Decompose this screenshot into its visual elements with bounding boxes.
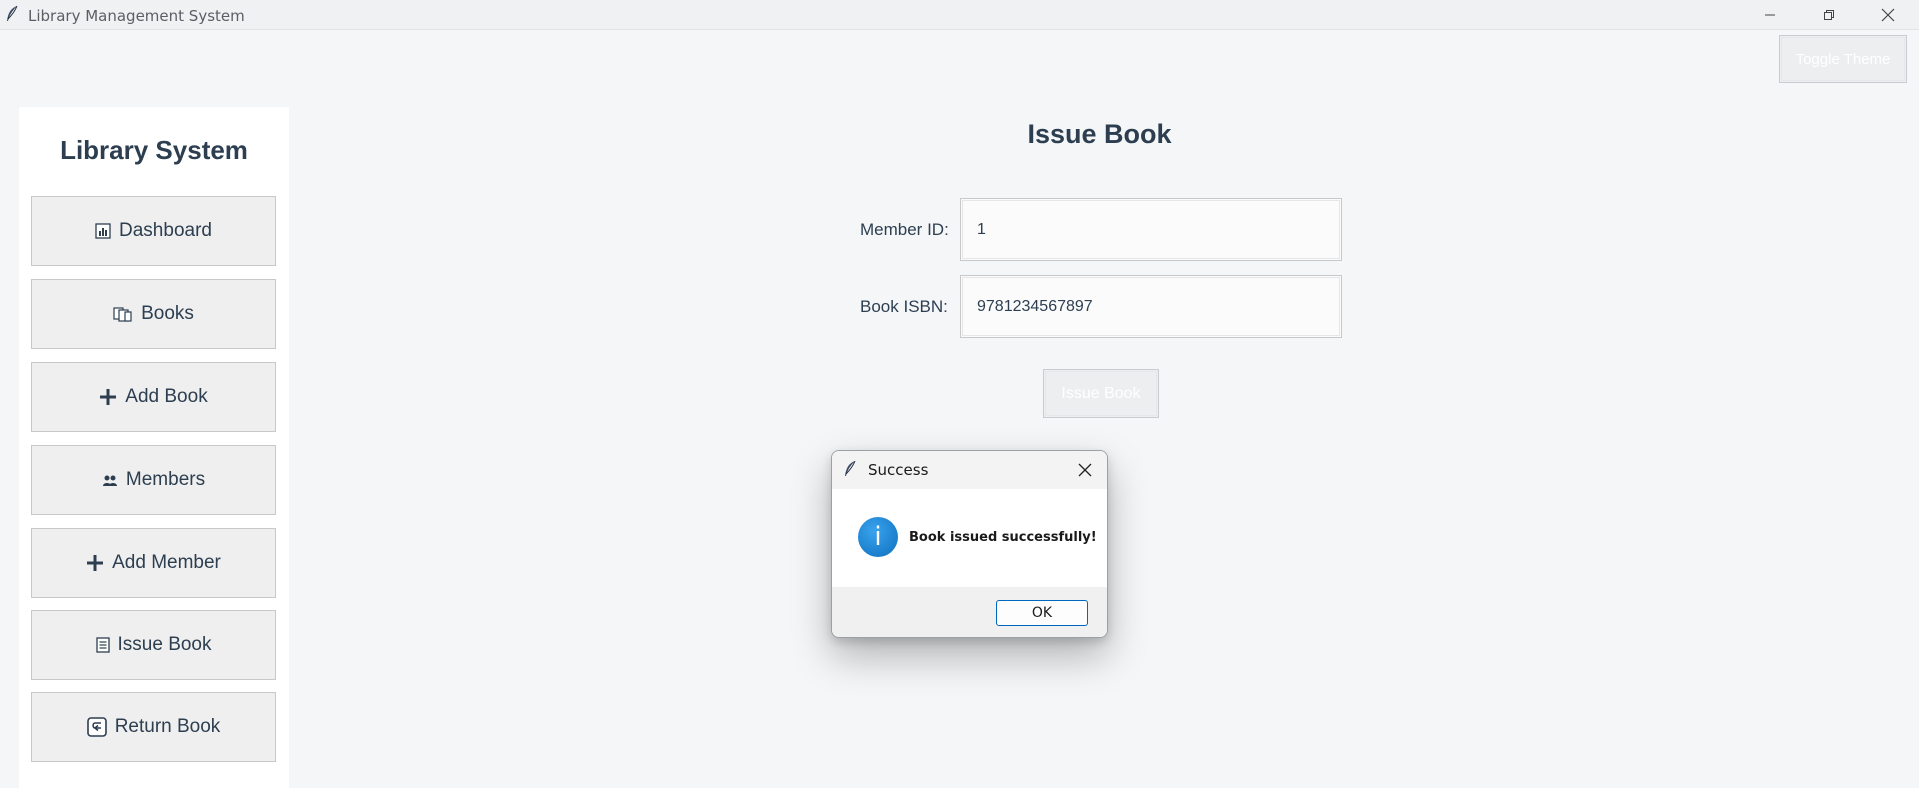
page-title: Issue Book bbox=[1027, 119, 1172, 149]
minimize-button[interactable] bbox=[1741, 0, 1799, 30]
plus-icon bbox=[86, 554, 104, 572]
minimize-icon bbox=[1765, 14, 1775, 16]
dialog-title: Success bbox=[868, 461, 929, 479]
sidebar-item-label: Books bbox=[141, 303, 194, 324]
dialog-titlebar: Success bbox=[832, 451, 1107, 489]
feather-icon bbox=[5, 5, 19, 23]
close-icon bbox=[1881, 8, 1895, 22]
member-id-label: Member ID: bbox=[860, 220, 949, 239]
sidebar-item-label: Dashboard bbox=[119, 220, 212, 241]
window-titlebar: Library Management System bbox=[0, 0, 1919, 30]
sidebar-item-issue-book[interactable]: Issue Book bbox=[31, 610, 276, 680]
book-isbn-label: Book ISBN: bbox=[860, 297, 948, 316]
sidebar-item-return-book[interactable]: Return Book bbox=[31, 692, 276, 762]
close-icon bbox=[1078, 463, 1092, 477]
sidebar-item-members[interactable]: Members bbox=[31, 445, 276, 515]
sidebar-item-books[interactable]: Books bbox=[31, 279, 276, 349]
sidebar-item-label: Add Member bbox=[112, 552, 221, 573]
dialog-message: Book issued successfully! bbox=[909, 530, 1097, 545]
sidebar-item-label: Return Book bbox=[114, 716, 221, 737]
close-window-button[interactable] bbox=[1859, 0, 1917, 30]
ok-button[interactable]: OK bbox=[996, 600, 1088, 626]
books-icon bbox=[113, 306, 133, 322]
dialog-body: i Book issued successfully! bbox=[832, 489, 1107, 587]
sidebar-item-label: Add Book bbox=[125, 386, 208, 407]
info-icon: i bbox=[858, 517, 898, 557]
people-icon bbox=[102, 473, 118, 487]
restore-icon bbox=[1824, 10, 1834, 20]
sidebar-item-dashboard[interactable]: Dashboard bbox=[31, 196, 276, 266]
restore-button[interactable] bbox=[1800, 0, 1858, 30]
issue-book-button[interactable]: Issue Book bbox=[1043, 369, 1159, 418]
toggle-theme-button[interactable]: Toggle Theme bbox=[1779, 35, 1907, 83]
sidebar-item-add-member[interactable]: Add Member bbox=[31, 528, 276, 598]
sidebar-item-label: Members bbox=[125, 469, 206, 490]
plus-icon bbox=[99, 388, 117, 406]
member-id-input[interactable]: 1 bbox=[960, 198, 1342, 261]
sidebar-item-label: Issue Book bbox=[117, 634, 212, 655]
return-icon bbox=[86, 717, 107, 737]
book-isbn-input[interactable]: 9781234567897 bbox=[960, 275, 1342, 338]
window-title: Library Management System bbox=[28, 7, 245, 25]
feather-icon bbox=[843, 460, 857, 483]
sidebar: Library System Dashboard Books Add Book … bbox=[19, 107, 289, 788]
dialog-close-button[interactable] bbox=[1076, 461, 1094, 479]
clipboard-icon bbox=[95, 637, 110, 653]
chart-icon bbox=[95, 223, 111, 239]
sidebar-item-add-book[interactable]: Add Book bbox=[31, 362, 276, 432]
